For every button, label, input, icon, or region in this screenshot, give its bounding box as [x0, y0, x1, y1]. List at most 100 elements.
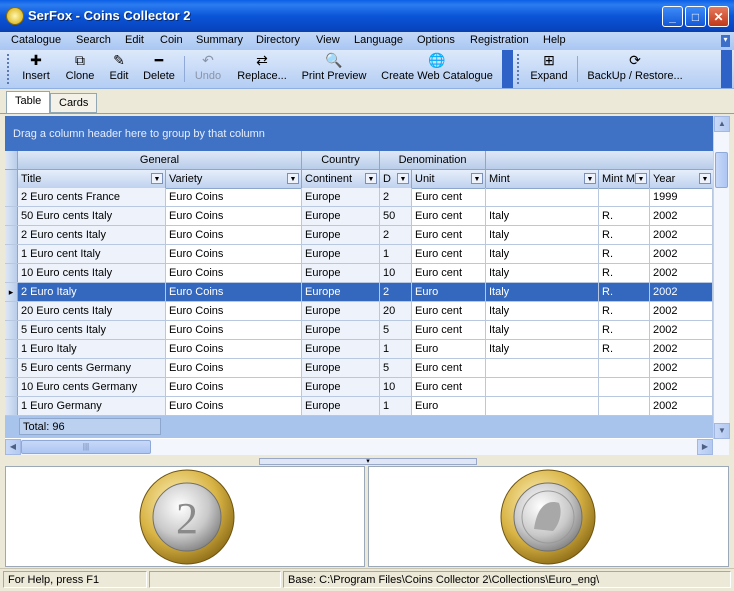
- cell-unit[interactable]: Euro cent: [412, 321, 486, 339]
- row-indicator[interactable]: [5, 226, 18, 244]
- dropdown-arrow-icon[interactable]: ▼: [699, 173, 711, 184]
- cell-unit[interactable]: Euro cent: [412, 378, 486, 396]
- cell-unit[interactable]: Euro: [412, 283, 486, 301]
- cell-year[interactable]: 2002: [650, 397, 713, 415]
- pane-splitter[interactable]: ▾: [0, 456, 734, 466]
- table-row[interactable]: 2 Euro cents France Euro Coins Europe 2 Euro…: [5, 188, 713, 207]
- cell-denomination[interactable]: 2: [380, 226, 412, 244]
- cell-mint[interactable]: Italy: [486, 207, 599, 225]
- menu-directory[interactable]: Directory: [256, 34, 300, 46]
- table-row[interactable]: 5 Euro cents Germany Euro Coins Europe 5 Eur…: [5, 359, 713, 378]
- cell-title[interactable]: 1 Euro cent Italy: [18, 245, 166, 263]
- cell-denomination[interactable]: 1: [380, 397, 412, 415]
- row-indicator[interactable]: [5, 302, 18, 320]
- expand-button[interactable]: ⊞ Expand: [528, 52, 570, 82]
- cell-variety[interactable]: Euro Coins: [166, 359, 302, 377]
- cell-denomination[interactable]: 20: [380, 302, 412, 320]
- cell-variety[interactable]: Euro Coins: [166, 302, 302, 320]
- table-row[interactable]: 20 Euro cents Italy Euro Coins Europe 20 Eur…: [5, 302, 713, 321]
- col-denomination[interactable]: D ▼: [380, 170, 412, 188]
- col-year[interactable]: Year ▼: [650, 170, 713, 188]
- edit-button[interactable]: ✎ Edit: [106, 52, 132, 82]
- horizontal-scroll-thumb[interactable]: |||: [21, 440, 151, 454]
- maximize-button[interactable]: □: [685, 6, 706, 27]
- cell-denomination[interactable]: 2: [380, 283, 412, 301]
- cell-unit[interactable]: Euro cent: [412, 226, 486, 244]
- dropdown-arrow-icon[interactable]: ▼: [287, 173, 299, 184]
- dropdown-arrow-icon[interactable]: ▼: [151, 173, 163, 184]
- cell-mint-mark[interactable]: [599, 359, 650, 377]
- cell-mint[interactable]: [486, 378, 599, 396]
- cell-title[interactable]: 2 Euro cents Italy: [18, 226, 166, 244]
- cell-continent[interactable]: Europe: [302, 245, 380, 263]
- insert-button[interactable]: ✚ Insert: [20, 52, 52, 82]
- cell-mint[interactable]: Italy: [486, 321, 599, 339]
- cell-mint[interactable]: Italy: [486, 302, 599, 320]
- table-row[interactable]: 1 Euro cent Italy Euro Coins Europe 1 Euro c…: [5, 245, 713, 264]
- cell-unit[interactable]: Euro cent: [412, 359, 486, 377]
- cell-variety[interactable]: Euro Coins: [166, 264, 302, 282]
- cell-title[interactable]: 50 Euro cents Italy: [18, 207, 166, 225]
- toolbar2-overflow-chevron-icon[interactable]: [721, 50, 732, 88]
- cell-title[interactable]: 2 Euro Italy: [18, 283, 166, 301]
- row-indicator[interactable]: [5, 264, 18, 282]
- row-indicator[interactable]: [5, 359, 18, 377]
- cell-denomination[interactable]: 5: [380, 359, 412, 377]
- toolbar-grip[interactable]: [7, 54, 12, 84]
- cell-year[interactable]: 2002: [650, 321, 713, 339]
- cell-unit[interactable]: Euro: [412, 397, 486, 415]
- table-row[interactable]: 10 Euro cents Italy Euro Coins Europe 10 Eur…: [5, 264, 713, 283]
- scroll-left-icon[interactable]: ◀: [5, 439, 21, 455]
- replace-button[interactable]: ⇄ Replace...: [234, 52, 290, 82]
- cell-mint-mark[interactable]: R.: [599, 340, 650, 358]
- table-row[interactable]: 5 Euro cents Italy Euro Coins Europe 5 Euro …: [5, 321, 713, 340]
- menu-registration[interactable]: Registration: [470, 34, 529, 46]
- cell-title[interactable]: 1 Euro Italy: [18, 340, 166, 358]
- cell-unit[interactable]: Euro cent: [412, 264, 486, 282]
- dropdown-arrow-icon[interactable]: ▼: [397, 173, 409, 184]
- dropdown-arrow-icon[interactable]: ▼: [471, 173, 483, 184]
- cell-variety[interactable]: Euro Coins: [166, 188, 302, 206]
- cell-denomination[interactable]: 1: [380, 245, 412, 263]
- cell-year[interactable]: 2002: [650, 340, 713, 358]
- table-row[interactable]: 1 Euro Germany Euro Coins Europe 1 Euro 2002: [5, 397, 713, 416]
- cell-mint-mark[interactable]: R.: [599, 264, 650, 282]
- cell-continent[interactable]: Europe: [302, 188, 380, 206]
- scroll-up-icon[interactable]: ▲: [714, 116, 730, 132]
- menu-help[interactable]: Help: [543, 34, 566, 46]
- cell-mint[interactable]: [486, 397, 599, 415]
- cell-continent[interactable]: Europe: [302, 226, 380, 244]
- cell-title[interactable]: 2 Euro cents France: [18, 188, 166, 206]
- col-title[interactable]: Title ▼: [18, 170, 166, 188]
- cell-variety[interactable]: Euro Coins: [166, 378, 302, 396]
- row-indicator[interactable]: [5, 321, 18, 339]
- menu-search[interactable]: Search: [76, 34, 111, 46]
- dropdown-arrow-icon[interactable]: ▼: [365, 173, 377, 184]
- cell-continent[interactable]: Europe: [302, 302, 380, 320]
- cell-mint-mark[interactable]: R.: [599, 302, 650, 320]
- cell-title[interactable]: 5 Euro cents Germany: [18, 359, 166, 377]
- cell-mint[interactable]: Italy: [486, 226, 599, 244]
- scroll-down-icon[interactable]: ▼: [714, 423, 730, 439]
- band-general[interactable]: General: [18, 151, 302, 169]
- cell-year[interactable]: 1999: [650, 188, 713, 206]
- cell-continent[interactable]: Europe: [302, 321, 380, 339]
- table-row[interactable]: 50 Euro cents Italy Euro Coins Europe 50 Eur…: [5, 207, 713, 226]
- cell-variety[interactable]: Euro Coins: [166, 226, 302, 244]
- cell-title[interactable]: 20 Euro cents Italy: [18, 302, 166, 320]
- row-indicator[interactable]: [5, 188, 18, 206]
- coin-app-icon[interactable]: [6, 7, 24, 25]
- cell-mint-mark[interactable]: R.: [599, 321, 650, 339]
- dropdown-arrow-icon[interactable]: ▼: [584, 173, 596, 184]
- menu-edit[interactable]: Edit: [125, 34, 144, 46]
- title-bar[interactable]: SerFox - Coins Collector 2 _ □ ✕: [0, 0, 734, 32]
- row-indicator[interactable]: [5, 245, 18, 263]
- cell-denomination[interactable]: 2: [380, 188, 412, 206]
- row-indicator[interactable]: [5, 340, 18, 358]
- splitter-chevron-icon[interactable]: ▾: [259, 458, 477, 465]
- scroll-right-icon[interactable]: ▶: [697, 439, 713, 455]
- print-preview-button[interactable]: 🔍 Print Preview: [300, 52, 368, 82]
- row-indicator[interactable]: [5, 397, 18, 415]
- cell-title[interactable]: 5 Euro cents Italy: [18, 321, 166, 339]
- menu-view[interactable]: View: [316, 34, 340, 46]
